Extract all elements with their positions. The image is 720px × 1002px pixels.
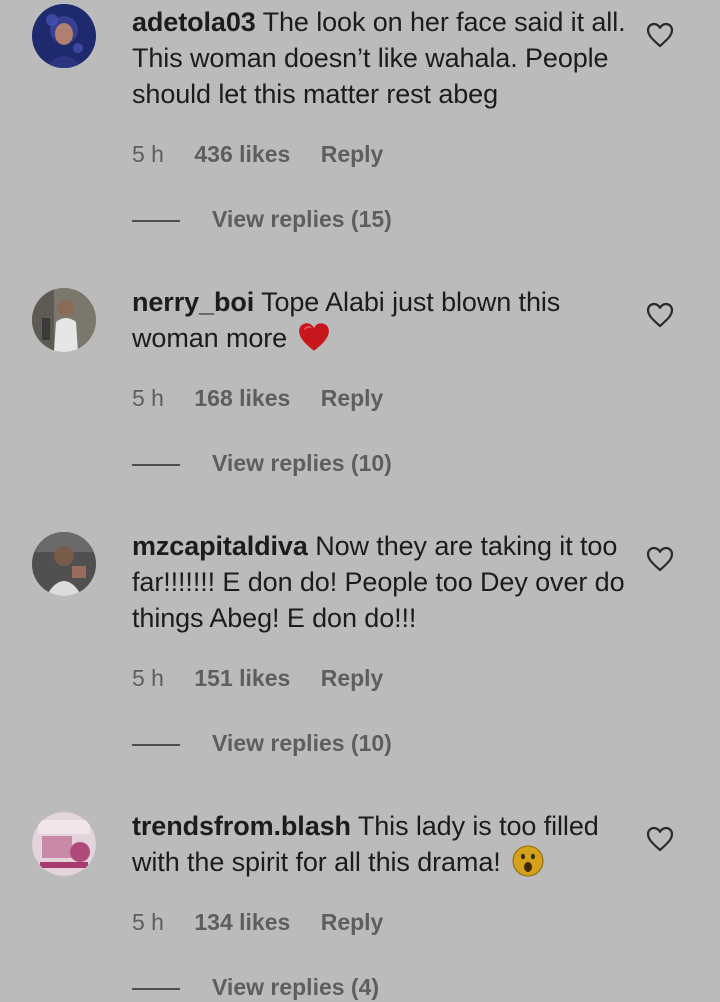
replies-divider [132,464,180,466]
comment-text: mzcapitaldiva Now they are taking it too… [132,528,632,636]
reply-button[interactable]: Reply [321,141,384,168]
avatar[interactable] [32,288,96,352]
comment-meta: 5 h 168 likes Reply [132,385,383,412]
comment-username[interactable]: adetola03 [132,7,256,37]
comment-meta: 5 h 151 likes Reply [132,665,383,692]
heart-icon[interactable] [646,546,674,572]
view-replies-label: View replies (15) [212,206,392,232]
comment-text: adetola03 The look on her face said it a… [132,4,632,112]
red-heart-icon [299,323,330,351]
comment-item: trendsfrom.blash This lady is too filled… [0,808,720,1002]
reply-button[interactable]: Reply [321,665,384,692]
heart-icon[interactable] [646,826,674,852]
comment-likes[interactable]: 168 likes [194,385,290,412]
comment-likes[interactable]: 151 likes [194,665,290,692]
comment-time: 5 h [132,141,164,167]
comment-time: 5 h [132,385,164,411]
comment-meta: 5 h 436 likes Reply [132,141,383,168]
view-replies-button[interactable]: View replies (10) [132,730,432,760]
comment-meta: 5 h 134 likes Reply [132,909,383,936]
view-replies-label: View replies (10) [212,450,392,476]
heart-icon[interactable] [646,22,674,48]
replies-divider [132,744,180,746]
heart-icon[interactable] [646,302,674,328]
avatar[interactable] [32,4,96,68]
comment-item: nerry_boi Tope Alabi just blown this wom… [0,284,720,524]
comment-username[interactable]: mzcapitaldiva [132,531,308,561]
astonished-face-icon [512,845,544,877]
replies-divider [132,988,180,990]
comment-item: adetola03 The look on her face said it a… [0,0,720,240]
view-replies-label: View replies (10) [212,730,392,756]
comment-username[interactable]: nerry_boi [132,287,254,317]
comment-item: mzcapitaldiva Now they are taking it too… [0,528,720,768]
view-replies-label: View replies (4) [212,974,380,1000]
comment-username[interactable]: trendsfrom.blash [132,811,351,841]
reply-button[interactable]: Reply [321,909,384,936]
comment-text: trendsfrom.blash This lady is too filled… [132,808,632,880]
avatar[interactable] [32,812,96,876]
view-replies-button[interactable]: View replies (4) [132,974,432,1002]
comment-time: 5 h [132,665,164,691]
avatar[interactable] [32,532,96,596]
comment-likes[interactable]: 134 likes [194,909,290,936]
reply-button[interactable]: Reply [321,385,384,412]
view-replies-button[interactable]: View replies (10) [132,450,432,480]
comment-time: 5 h [132,909,164,935]
view-replies-button[interactable]: View replies (15) [132,206,432,236]
replies-divider [132,220,180,222]
comment-text: nerry_boi Tope Alabi just blown this wom… [132,284,632,356]
comment-likes[interactable]: 436 likes [194,141,290,168]
